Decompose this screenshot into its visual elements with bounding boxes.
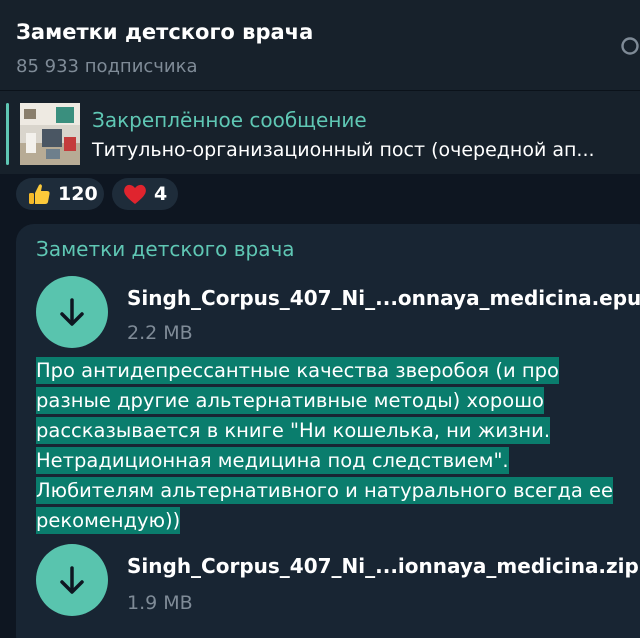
message-sender[interactable]: Заметки детского врача <box>36 237 295 261</box>
thumbs-up-icon <box>26 181 52 207</box>
reaction-heart[interactable]: 4 <box>112 178 178 210</box>
file-name[interactable]: Singh_Corpus_407_Ni_...ionnaya_medicina.… <box>127 554 639 578</box>
reaction-thumbs-up[interactable]: 120 <box>16 178 104 210</box>
message-text: Про антидепрессантные качества зверобоя … <box>36 356 618 536</box>
download-button[interactable] <box>36 544 108 616</box>
pinned-text: Титульно-организационный пост (очередной… <box>92 139 595 161</box>
pinned-thumbnail <box>20 103 80 165</box>
heart-icon <box>122 181 148 207</box>
subscriber-count: 85 933 подписчика <box>16 56 198 77</box>
search-icon[interactable] <box>620 36 640 58</box>
file-size: 1.9 MB <box>127 592 193 614</box>
pinned-message-bar[interactable]: Закреплённое сообщение Титульно-организа… <box>0 90 640 174</box>
channel-header[interactable]: Заметки детского врача 85 933 подписчика <box>0 0 640 90</box>
channel-title[interactable]: Заметки детского врача <box>16 20 313 44</box>
download-button[interactable] <box>36 276 108 348</box>
pinned-indicator <box>6 103 9 165</box>
download-icon <box>60 298 84 326</box>
file-size: 2.2 MB <box>127 322 193 344</box>
message-text-highlight: Про антидепрессантные качества зверобоя … <box>36 357 614 534</box>
reaction-count: 4 <box>154 183 168 205</box>
download-icon <box>60 566 84 594</box>
file-name[interactable]: Singh_Corpus_407_Ni_...onnaya_medicina.e… <box>127 286 640 310</box>
pinned-title: Закреплённое сообщение <box>92 108 367 132</box>
reaction-count: 120 <box>58 183 98 205</box>
